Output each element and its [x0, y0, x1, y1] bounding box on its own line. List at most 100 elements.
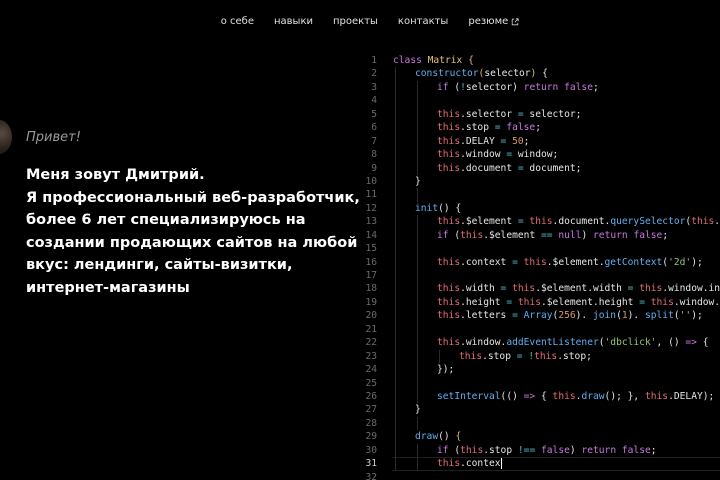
- code-text: });: [437, 363, 454, 376]
- code-token: if: [437, 81, 449, 93]
- code-line: 1 class Matrix {: [360, 54, 720, 67]
- code-token: (): [438, 431, 456, 443]
- code-token: this: [644, 296, 674, 308]
- code-token: (: [448, 229, 461, 241]
- nav-link-contacts[interactable]: контакты: [398, 16, 448, 27]
- code-token: if: [437, 229, 449, 241]
- code-line: 16 this.context = this.$element.getContex…: [360, 255, 720, 269]
- indent-guide: [395, 94, 396, 108]
- code-token: this: [437, 337, 461, 349]
- code-token: false: [535, 444, 570, 456]
- code-token: this: [437, 283, 461, 295]
- indent-guide: [395, 107, 396, 122]
- indent-guide: [417, 134, 418, 149]
- code-token: =>: [523, 390, 536, 402]
- nav-link-projects[interactable]: проекты: [333, 16, 378, 27]
- text-cursor: [500, 457, 502, 469]
- code-line: 29 draw() {: [360, 430, 720, 444]
- code-token: {: [696, 337, 709, 349]
- indent-guide: [417, 295, 418, 310]
- code-token: Array: [517, 310, 553, 322]
- indent-guide: [395, 389, 396, 404]
- indent-guide: [417, 376, 418, 390]
- line-number: 23: [365, 350, 377, 362]
- code-token: (: [448, 444, 461, 456]
- indent-guide: [395, 80, 396, 95]
- code-token: document;: [523, 162, 582, 174]
- code-text: this.height = this.$element.height = thi…: [437, 296, 720, 309]
- code-token: }: [415, 175, 421, 187]
- code-token: (); },: [604, 390, 645, 402]
- code-token: .stop: [460, 122, 495, 134]
- indent-guide: [395, 295, 396, 310]
- indent-guide: [395, 228, 396, 243]
- code-token: !==: [517, 444, 536, 456]
- external-link-icon: [512, 17, 519, 25]
- indent-guide: [395, 201, 396, 216]
- code-token: '': [679, 310, 692, 322]
- code-token: return: [523, 81, 559, 93]
- indent-guide: [417, 309, 418, 323]
- code-token: this: [512, 296, 541, 308]
- code-line: 6 this.stop = false;: [360, 121, 720, 135]
- code-token: .window: [460, 149, 507, 161]
- code-token: .letters: [460, 310, 513, 322]
- top-navigation: о себе навыки проекты контакты резюме: [0, 16, 720, 27]
- code-text: this.width = this.$element.width = this.…: [437, 282, 720, 295]
- nav-link-skills[interactable]: навыки: [274, 16, 313, 27]
- code-text: this.stop = false;: [437, 121, 541, 134]
- nav-link-label: контакты: [397, 16, 449, 27]
- line-number: 16: [365, 256, 377, 268]
- indent-guide: [395, 363, 396, 377]
- line-number: 15: [365, 243, 377, 255]
- code-token: );: [691, 256, 703, 268]
- code-token: this: [644, 390, 669, 402]
- code-token: ): [569, 444, 582, 456]
- indent-guide: [417, 107, 418, 122]
- code-token: this: [523, 216, 553, 228]
- indent-guide: [417, 188, 418, 202]
- code-text: if (this.$element == null) return false;: [437, 229, 668, 242]
- indent-guide: [395, 269, 396, 283]
- code-text: this.contex: [437, 457, 502, 470]
- indent-guide: [395, 322, 396, 337]
- code-line: 12 init() {: [360, 201, 720, 216]
- code-editor[interactable]: 1 class Matrix {2 constructor(selector) {3…: [360, 54, 720, 480]
- nav-link-about[interactable]: о себе: [221, 16, 254, 27]
- code-token: getContext: [604, 256, 663, 268]
- code-token: .window.innerWidth;: [662, 283, 720, 295]
- code-token: this: [459, 350, 483, 362]
- code-text: draw() {: [415, 430, 461, 443]
- code-token: draw: [415, 431, 439, 443]
- code-token: this: [506, 283, 536, 295]
- code-line: 8 this.window = window;: [360, 148, 720, 162]
- code-token: this: [534, 350, 558, 362]
- code-token: {: [535, 390, 553, 402]
- indent-guide: [417, 228, 418, 243]
- code-token: .document.: [552, 216, 611, 228]
- code-text: this.context = this.$element.getContext(…: [437, 256, 703, 269]
- line-number: 22: [365, 337, 377, 349]
- line-number: 6: [371, 122, 377, 134]
- code-token: init: [415, 202, 439, 214]
- code-token: addEventListener: [506, 337, 599, 349]
- indent-guide: [439, 349, 440, 364]
- code-token: join: [592, 310, 617, 322]
- code-text: init() {: [415, 202, 461, 215]
- code-token: setInterval: [437, 390, 501, 402]
- code-token: split: [644, 310, 674, 322]
- indent-guide: [417, 269, 418, 283]
- indent-guide: [417, 349, 418, 364]
- code-token: .selector);: [714, 216, 720, 228]
- nav-link-label: навыки: [274, 16, 313, 27]
- code-token: .$element.height: [541, 296, 640, 308]
- line-number: 8: [371, 149, 377, 161]
- code-token: .selector: [460, 108, 518, 120]
- code-token: ): [581, 229, 594, 241]
- code-token: this: [517, 256, 547, 268]
- indent-guide: [395, 67, 396, 81]
- indent-guide: [417, 80, 418, 95]
- code-token: .width: [460, 283, 501, 295]
- indent-guide: [395, 282, 396, 296]
- nav-link-resume[interactable]: резюме: [468, 16, 519, 27]
